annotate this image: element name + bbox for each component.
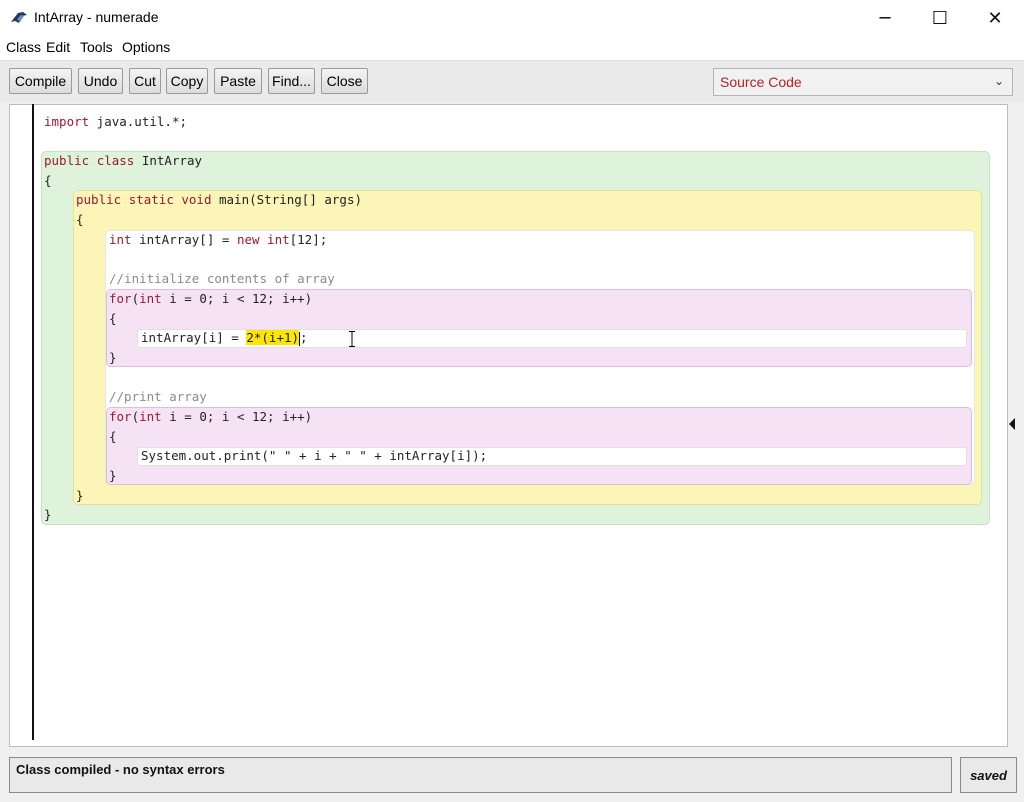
undo-button[interactable]: Undo: [78, 68, 123, 94]
code-line-class-close[interactable]: }: [44, 507, 52, 523]
code-line-import[interactable]: import java.util.*;: [44, 114, 187, 130]
code-line-class-open[interactable]: {: [44, 173, 52, 189]
code-line-method-open[interactable]: {: [76, 212, 84, 228]
code-line-print[interactable]: System.out.print(" " + i + " " + intArra…: [141, 448, 487, 464]
status-bar: Class compiled - no syntax errors: [9, 757, 952, 793]
minimize-button[interactable]: ─: [858, 0, 912, 36]
editor-gutter-line: [32, 104, 34, 740]
title-bar: IntArray - numerade ─ ☐ ✕: [0, 0, 1024, 36]
maximize-icon: ☐: [931, 7, 949, 29]
code-comment-print[interactable]: //print array: [109, 389, 207, 405]
code-line-for-1[interactable]: for(int i = 0; i < 12; i++): [109, 291, 312, 307]
menu-bar: Class Edit Tools Options: [0, 36, 1024, 61]
close-button[interactable]: Close: [321, 68, 368, 94]
ibeam-cursor-icon: [349, 331, 355, 347]
code-line-for-2[interactable]: for(int i = 0; i < 12; i++): [109, 409, 312, 425]
code-line-array-decl[interactable]: int intArray[] = new int[12];: [109, 232, 327, 248]
bluej-bird-icon: [11, 12, 27, 23]
menu-tools[interactable]: Tools: [80, 39, 113, 55]
copy-button[interactable]: Copy: [166, 68, 208, 94]
menu-edit[interactable]: Edit: [46, 39, 70, 55]
chevron-down-icon: ⌄: [993, 74, 1004, 88]
code-line-class-decl[interactable]: public class IntArray: [44, 153, 202, 169]
maximize-button[interactable]: ☐: [913, 0, 967, 36]
close-icon: ✕: [987, 7, 1003, 29]
collapse-panel-arrow-icon[interactable]: [1009, 418, 1015, 430]
selected-text-highlight: 2*(i+1): [246, 330, 300, 345]
paste-button[interactable]: Paste: [214, 68, 262, 94]
menu-options[interactable]: Options: [122, 39, 170, 55]
window-title: IntArray - numerade: [34, 9, 159, 25]
view-select-value: Source Code: [720, 74, 802, 90]
code-line-method-decl[interactable]: public static void main(String[] args): [76, 192, 362, 208]
code-line-for-1-close[interactable]: }: [109, 350, 117, 366]
find-button[interactable]: Find...: [268, 68, 315, 94]
code-comment-initialize[interactable]: //initialize contents of array: [109, 271, 335, 287]
saved-indicator: saved: [960, 757, 1017, 793]
cut-button[interactable]: Cut: [129, 68, 161, 94]
menu-class[interactable]: Class: [6, 39, 41, 55]
code-line-assignment[interactable]: intArray[i] = 2*(i+1);: [141, 330, 308, 346]
close-window-button[interactable]: ✕: [968, 0, 1022, 36]
compile-button[interactable]: Compile: [9, 68, 72, 94]
view-select[interactable]: Source Code ⌄: [713, 68, 1013, 96]
code-line-for-2-open[interactable]: {: [109, 429, 117, 445]
code-line-for-1-open[interactable]: {: [109, 311, 117, 327]
code-line-for-2-close[interactable]: }: [109, 468, 117, 484]
status-message: Class compiled - no syntax errors: [16, 762, 225, 777]
code-line-method-close[interactable]: }: [76, 488, 84, 504]
minimize-icon: ─: [879, 7, 891, 29]
